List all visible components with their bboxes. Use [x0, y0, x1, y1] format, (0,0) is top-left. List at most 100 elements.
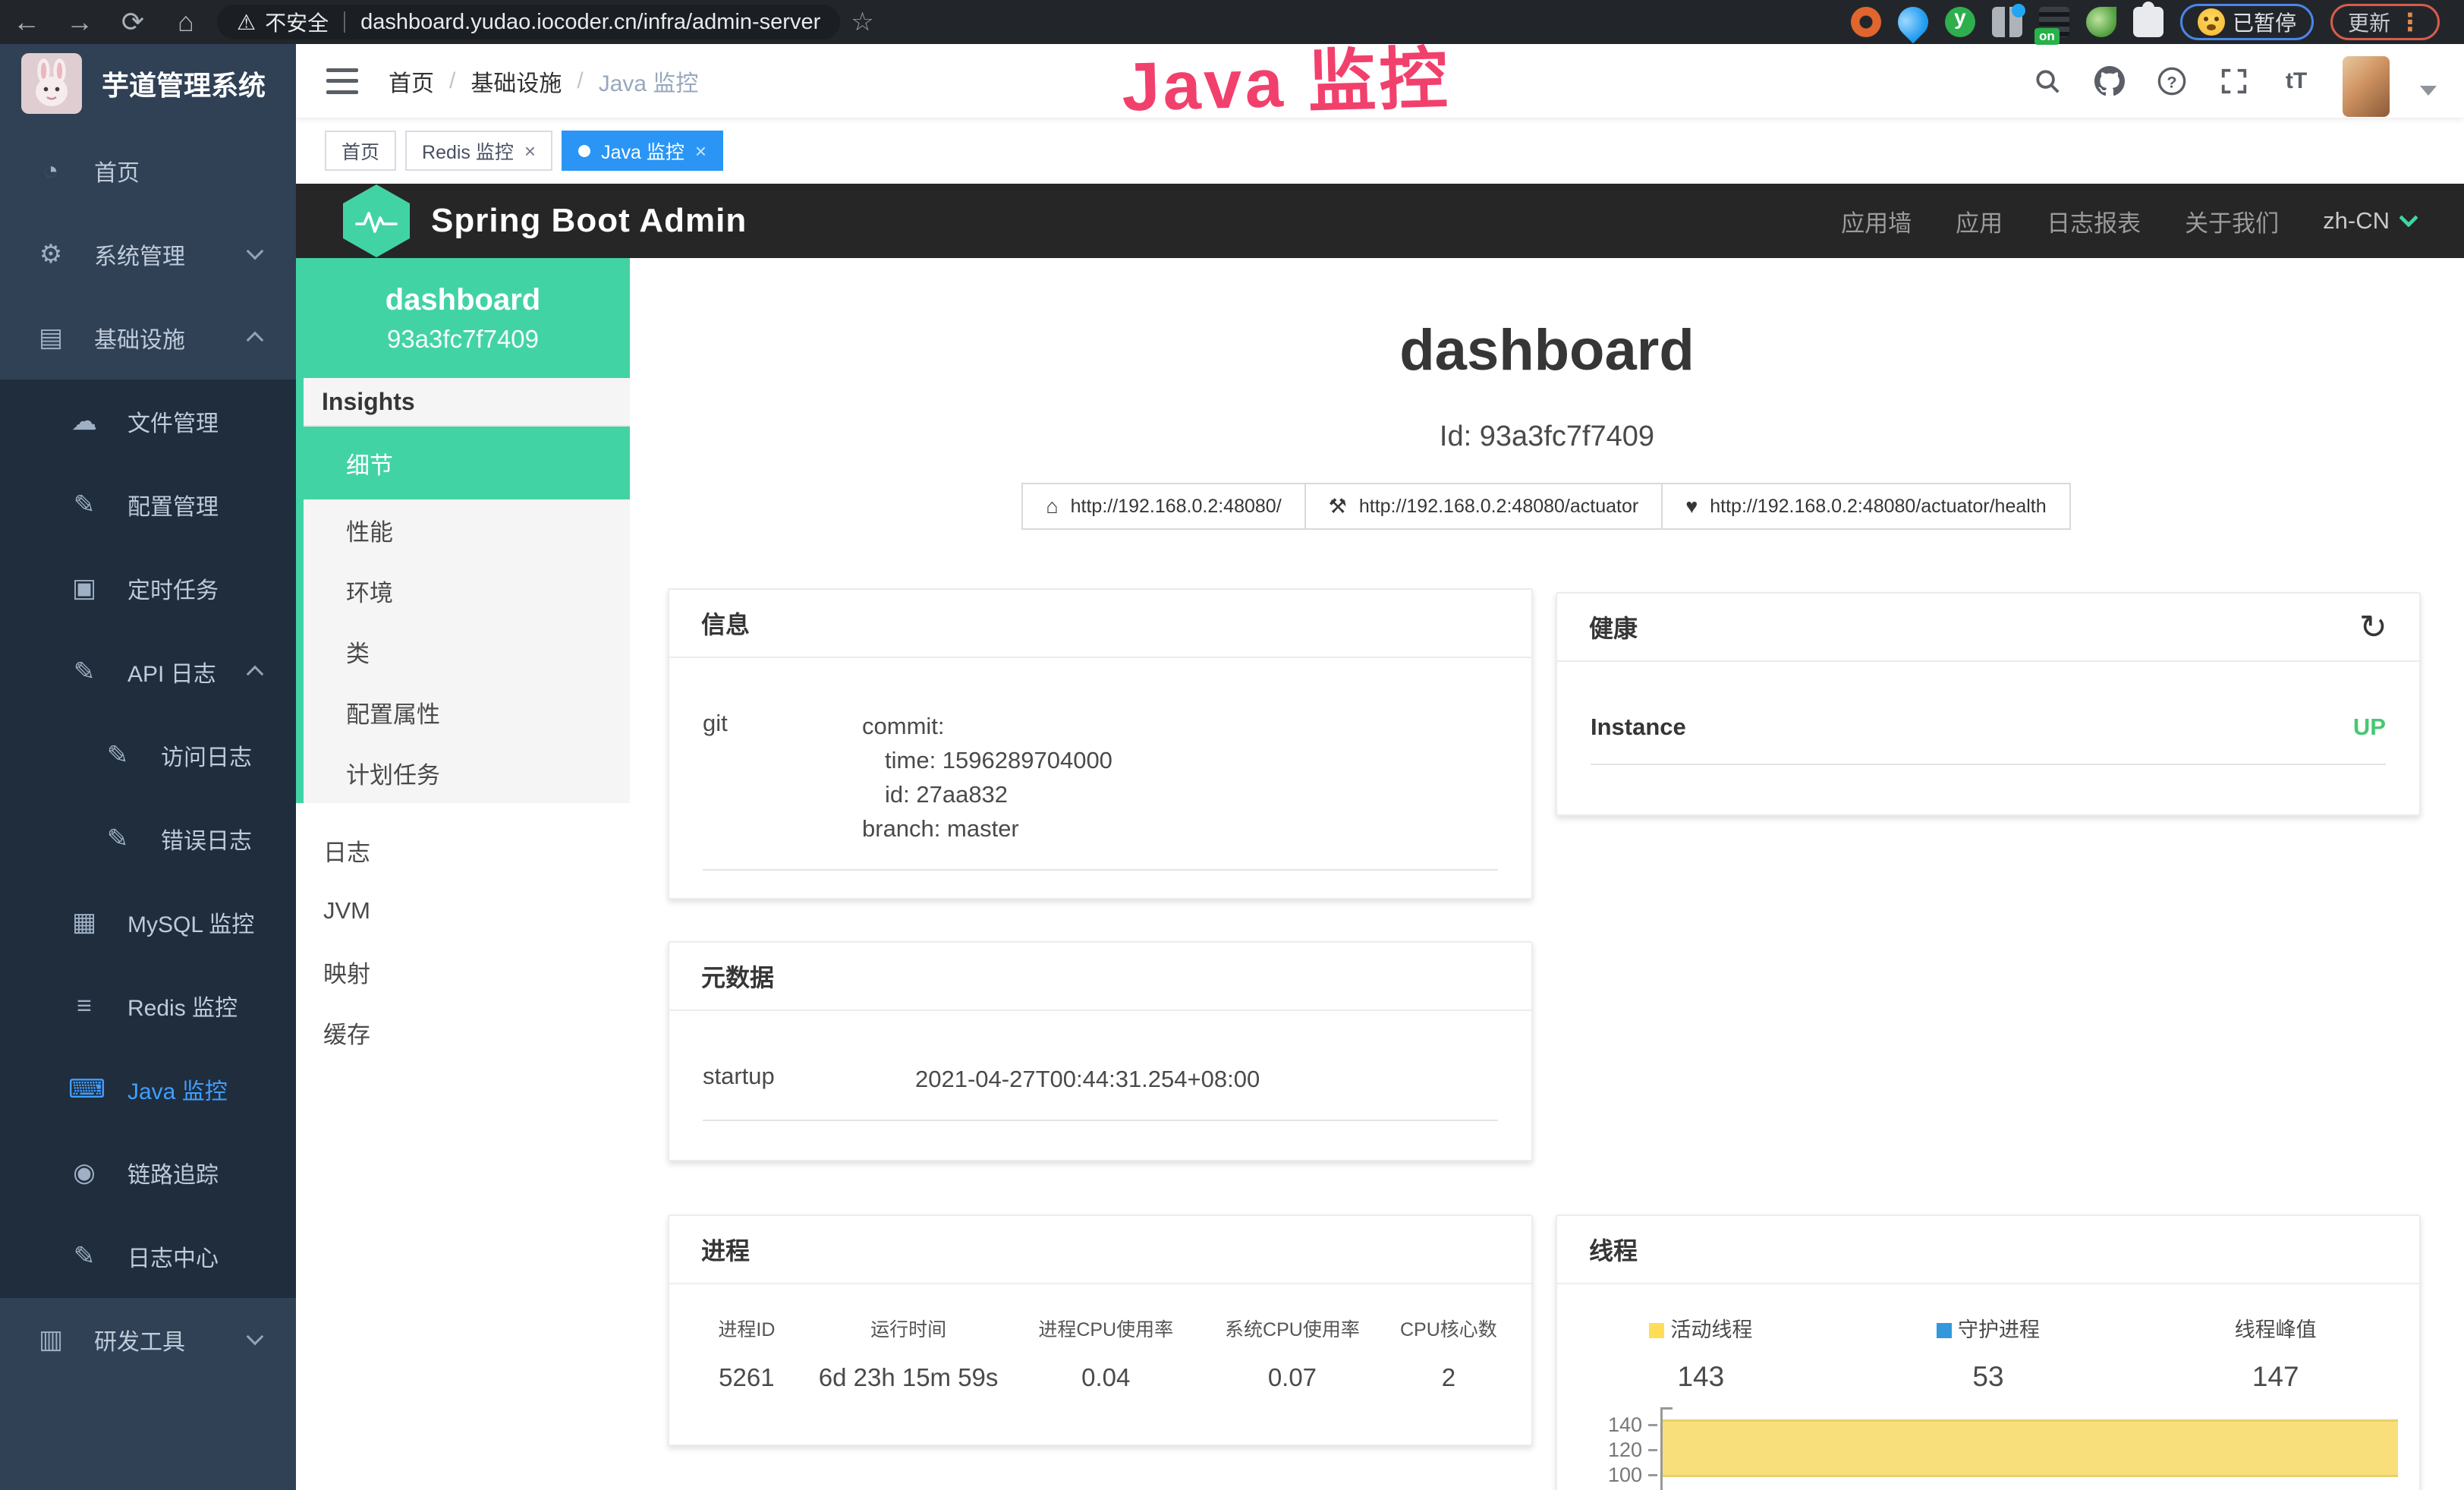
sba-menu-classes[interactable]: 类 [296, 621, 630, 682]
breadcrumb-home[interactable]: 首页 [389, 65, 434, 98]
app-shell: 芋道管理系统 ◔ 首页 ⚙ 系统管理 ▤ 基础设施 ☁ [0, 44, 2464, 1490]
extensions-puzzle-icon[interactable] [2133, 7, 2163, 37]
sidebar-item-log-center[interactable]: ✎ 日志中心 [0, 1214, 296, 1298]
sidebar-item-label: Java 监控 [127, 1073, 228, 1106]
health-url-button[interactable]: ♥ http://192.168.0.2:48080/actuator/heal… [1661, 483, 2070, 530]
live-threads-area [1663, 1419, 2398, 1477]
security-label[interactable]: 不安全 [265, 7, 329, 37]
breadcrumb-infrastructure[interactable]: 基础设施 [470, 65, 562, 98]
fullscreen-icon[interactable] [2218, 65, 2250, 97]
sba-nav-journal[interactable]: 日志报表 [2047, 204, 2141, 238]
browser-reload-icon[interactable]: ⟳ [106, 6, 159, 38]
sba-menu-mappings[interactable]: 映射 [296, 941, 630, 1002]
sidebar-item-label: 研发工具 [94, 1323, 185, 1356]
app-logo-row[interactable]: 芋道管理系统 [0, 44, 296, 123]
sba-menu-logs[interactable]: 日志 [296, 820, 630, 880]
health-row-instance[interactable]: Instance UP [1591, 694, 2386, 765]
card-info-body: git commit: time: 1596289704000 id: 27aa… [669, 658, 1531, 871]
sidebar-item-error-logs[interactable]: ✎ 错误日志 [0, 797, 296, 880]
sidebar-item-scheduled-jobs[interactable]: ▣ 定时任务 [0, 547, 296, 630]
sidebar-item-config-management[interactable]: ✎ 配置管理 [0, 463, 296, 547]
info-row-git: git commit: time: 1596289704000 id: 27aa… [703, 690, 1498, 871]
avatar-caret-icon[interactable] [2420, 86, 2437, 96]
update-button[interactable]: 更新 ⋮ [2330, 4, 2440, 40]
history-icon[interactable]: ↺ [2359, 608, 2387, 647]
sba-body: dashboard 93a3fc7f7409 Insights 细节 性能 环境… [296, 258, 2464, 1490]
browser-forward-icon[interactable]: → [53, 6, 106, 38]
sba-brand[interactable]: Spring Boot Admin [343, 184, 747, 257]
tab-home[interactable]: 首页 [325, 131, 396, 171]
service-url: http://192.168.0.2:48080/ [1071, 496, 1282, 518]
actuator-url-button[interactable]: ⚒ http://192.168.0.2:48080/actuator [1304, 483, 1663, 530]
tab-label: Redis 监控 [422, 137, 514, 165]
sba-menu-details[interactable]: 细节 [296, 427, 630, 499]
extension-icon-orange[interactable] [1851, 7, 1881, 37]
layers-icon: ≡ [68, 991, 100, 1021]
browser-back-icon[interactable]: ← [0, 6, 53, 38]
card-title: 信息 [701, 606, 750, 641]
extension-icon-leaf[interactable] [2086, 7, 2116, 37]
extension-on-badge: on [2034, 28, 2060, 45]
extensions-area: on 已暂停 更新 ⋮ [1851, 4, 2453, 40]
help-icon[interactable]: ? [2156, 65, 2188, 97]
sidebar-item-api-logs[interactable]: ✎ API 日志 [0, 630, 296, 713]
sidebar-item-home[interactable]: ◔ 首页 [0, 129, 296, 213]
stat-live-threads: 活动线程 143 [1557, 1313, 1845, 1393]
close-icon[interactable]: × [524, 141, 536, 161]
sidebar-item-infrastructure[interactable]: ▤ 基础设施 [0, 296, 296, 380]
font-size-icon[interactable]: tT [2280, 65, 2312, 97]
sba-nav-wallboard[interactable]: 应用墙 [1841, 204, 1912, 238]
sba-instance-id: 93a3fc7f7409 [387, 325, 539, 354]
sba-menu-environment[interactable]: 环境 [296, 560, 630, 621]
sba-menu-jvm[interactable]: JVM [296, 880, 630, 941]
sba-menu-caches[interactable]: 缓存 [296, 1002, 630, 1063]
health-url: http://192.168.0.2:48080/actuator/health [1710, 496, 2046, 518]
hamburger-icon[interactable] [326, 68, 358, 94]
git-commit-line: commit: [862, 710, 1498, 744]
sidebar-item-java-monitor[interactable]: ⌨ Java 监控 [0, 1047, 296, 1131]
card-threads: 线程 活动线程 143 守护进程 53 [1556, 1214, 2421, 1490]
tab-java-monitor[interactable]: Java 监控 × [562, 131, 723, 171]
extension-icon-pin[interactable] [1892, 1, 1935, 44]
y-axis-cap [1660, 1407, 1673, 1410]
extension-icon-list[interactable]: on [2039, 7, 2069, 37]
sidebar-item-system-management[interactable]: ⚙ 系统管理 [0, 213, 296, 296]
url-text[interactable]: dashboard.yudao.iocoder.cn/infra/admin-s… [360, 10, 820, 35]
user-avatar[interactable] [2343, 56, 2390, 117]
health-key: Instance [1591, 713, 1750, 741]
browser-home-icon[interactable]: ⌂ [159, 6, 212, 38]
address-bar[interactable]: ⚠ 不安全 dashboard.yudao.iocoder.cn/infra/a… [217, 5, 840, 39]
sba-menu-config-props[interactable]: 配置属性 [296, 682, 630, 742]
process-value-cpus: 2 [1386, 1363, 1512, 1392]
card-threads-title: 线程 [1557, 1216, 2419, 1284]
bookmark-star-icon[interactable]: ☆ [851, 7, 873, 37]
sidebar-item-redis-monitor[interactable]: ≡ Redis 监控 [0, 964, 296, 1047]
sba-menu-scheduled-tasks[interactable]: 计划任务 [296, 742, 630, 803]
sba-locale-select[interactable]: zh-CN [2323, 207, 2415, 235]
service-url-button[interactable]: ⌂ http://192.168.0.2:48080/ [1021, 483, 1305, 530]
sba-instance-header[interactable]: dashboard 93a3fc7f7409 [296, 258, 630, 378]
sidebar-item-dev-tools[interactable]: ▥ 研发工具 [0, 1298, 296, 1381]
sidebar-item-tracing[interactable]: ◉ 链路追踪 [0, 1131, 296, 1214]
sidebar-item-label: 配置管理 [127, 488, 219, 521]
actuator-url: http://192.168.0.2:48080/actuator [1359, 496, 1638, 518]
sba-nav-about[interactable]: 关于我们 [2185, 204, 2279, 238]
security-warning-icon: ⚠ [237, 10, 256, 35]
annotation-java-monitor: Java 监控 [1120, 23, 1451, 130]
close-icon[interactable]: × [695, 141, 706, 161]
log-icon: ✎ [102, 824, 134, 854]
browser-menu-dots-icon[interactable]: ⋮ [2398, 8, 2422, 36]
sidebar-item-file-management[interactable]: ☁ 文件管理 [0, 380, 296, 463]
github-icon[interactable] [2094, 65, 2126, 97]
paused-badge[interactable]: 已暂停 [2180, 4, 2314, 40]
sidebar-item-mysql-monitor[interactable]: ▦ MySQL 监控 [0, 880, 296, 964]
monitor-icon: ▤ [35, 323, 67, 353]
search-icon[interactable] [2031, 65, 2063, 97]
sidebar-item-access-logs[interactable]: ✎ 访问日志 [0, 713, 296, 797]
card-health: 健康 ↺ Instance UP [1556, 592, 2421, 816]
sba-nav-applications[interactable]: 应用 [1956, 204, 2003, 238]
extension-icon-green-y[interactable] [1945, 7, 1975, 37]
sba-menu-metrics[interactable]: 性能 [296, 499, 630, 560]
extension-icon-grid[interactable] [1992, 7, 2022, 37]
tab-redis-monitor[interactable]: Redis 监控 × [405, 131, 552, 171]
